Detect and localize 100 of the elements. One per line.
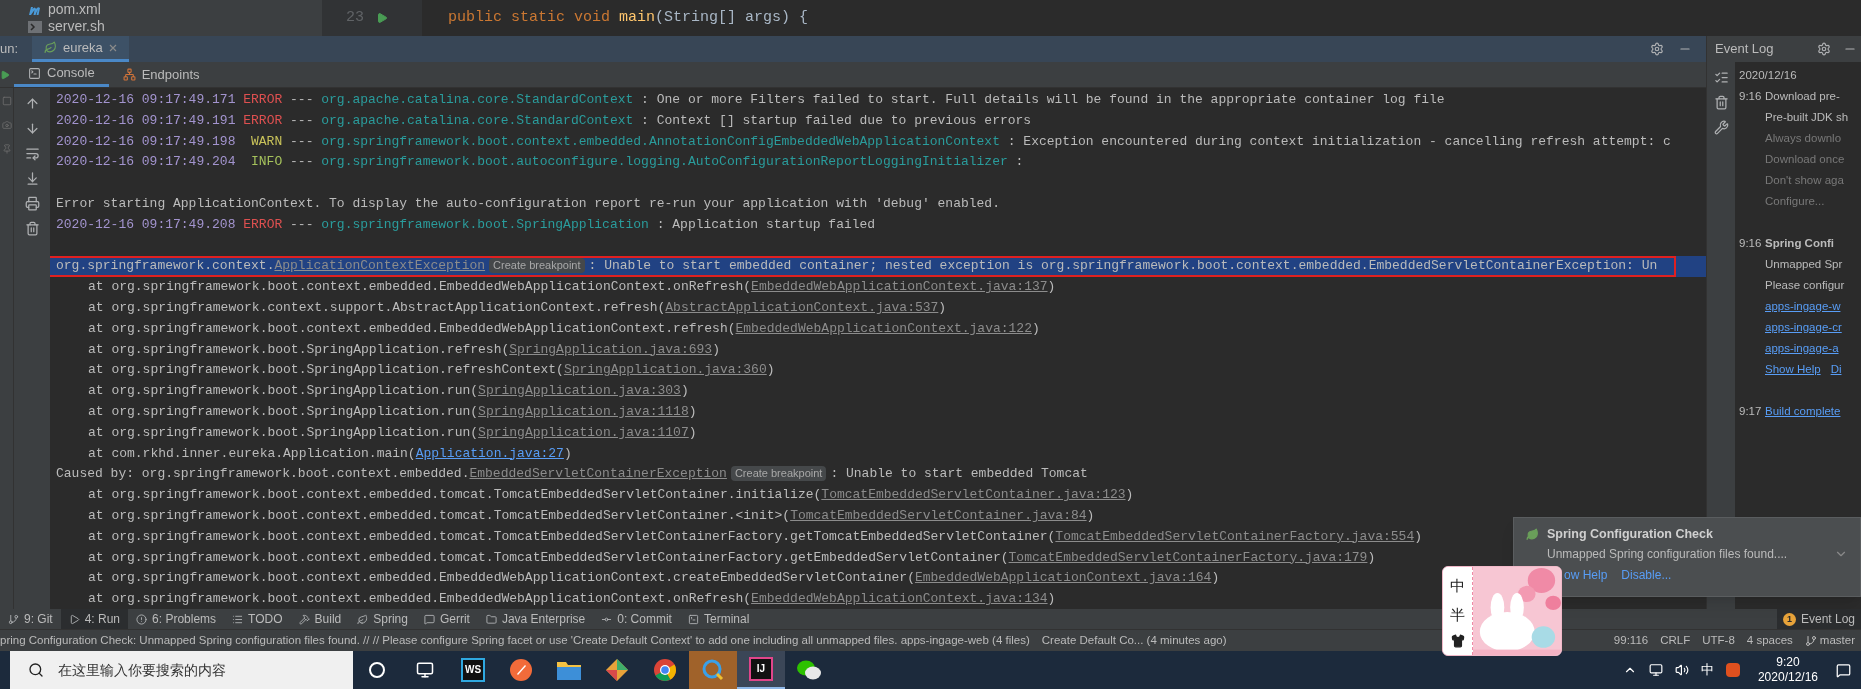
breakpoint-hint[interactable]: Create breakpoint [730,466,827,482]
log-text: : Context [] startup failed due to previous errors [641,112,1032,128]
log-text: ) [766,362,775,378]
log-text: --- [290,154,314,170]
log-text: ) [1086,507,1095,523]
settings-icon[interactable] [1817,42,1831,56]
source-link[interactable]: SpringApplication.java:693 [509,341,713,357]
status-item[interactable]: 99:116 [1607,631,1655,650]
source-link[interactable]: EmbeddedWebApplicationContext.java:137 [751,279,1048,295]
source-link[interactable]: EmbeddedServletContainerException [469,466,727,482]
skin-icon[interactable] [1450,633,1465,648]
spring-icon [44,41,58,54]
tool-window-button[interactable]: Gerrit [415,609,478,629]
tool-window-button[interactable]: 1 Event Log [1776,609,1861,629]
status-item[interactable]: UTF-8 [1696,631,1741,650]
tool-window-button[interactable]: Build [290,609,350,629]
log-text: at org.springframework.boot.context.embedded.EmbeddedWebApplicationContext.refresh( [88,320,736,336]
source-link[interactable]: SpringApplication.java:360 [563,362,767,378]
source-link[interactable]: SpringApplication.java:303 [478,383,681,399]
event-link[interactable]: apps-ingage-cr [1765,317,1842,338]
log-text: : One or more Filters failed to start. Full details will be found in the appropriate container log file [641,92,1445,107]
source-link[interactable]: TomcatEmbeddedServletContainer.java:123 [821,487,1126,503]
log-timestamp: 2020-12-16 09:17:49.171 [56,92,236,107]
log-text: ) [563,445,572,461]
wrap-icon[interactable] [24,146,40,161]
source-link[interactable]: TomcatEmbeddedServletContainerFactory.java:554 [1055,528,1415,544]
source-link[interactable]: TomcatEmbeddedServletContainer.java:84 [790,507,1087,523]
todo-icon [232,613,244,625]
tool-window-button[interactable]: 0: Commit [593,609,680,629]
source-link[interactable]: EmbeddedWebApplicationContext.java:122 [735,320,1032,336]
log-text: at org.springframework.boot.context.embedded.tomcat.TomcatEmbeddedServletContainerFactory.getTomcatEmbeddedServletContainer( [88,528,1056,544]
log-text: at org.springframework.boot.context.embedded.EmbeddedWebApplicationContext.createEmbeddedServletContainer( [88,570,915,586]
log-text: ) [1047,591,1056,607]
event-link[interactable]: apps-ingage-a [1765,338,1839,359]
run-tab[interactable]: eureka [32,36,129,62]
print-icon[interactable] [24,196,40,211]
breakpoint-hint[interactable]: Create breakpoint [489,258,585,274]
source-link[interactable]: AbstractApplicationContext.java:537 [665,299,939,315]
script-file-icon [28,20,42,33]
tool-window-button[interactable]: Java Enterprise [477,609,594,629]
tool-window-button[interactable]: Spring [349,609,416,629]
console-tab[interactable]: Endpoints [108,62,214,87]
status-item[interactable]: CRLF [1654,631,1697,650]
run-label: un: [0,40,20,59]
log-timestamp: 2020-12-16 09:17:49.204 [56,154,236,170]
mark-read-icon[interactable] [1713,70,1729,85]
log-text: ) [1414,528,1423,544]
log-text: at org.springframework.boot.SpringApplication.refreshContext( [88,362,564,378]
tool-window-button[interactable]: 4: Run [60,609,129,629]
clock-time[interactable]: 9:20 [1776,655,1800,670]
status-message[interactable]: pring Configuration Check: Unmapped Spring configuration files found. // // Please configure Spring facet or use 'Create Default Context' to add one including all unmapped files. apps-ingage-web (4 files) [0,631,1042,650]
event-title: Spring Confi [1765,236,1835,251]
run-gutter-icon[interactable] [376,12,388,24]
event-link[interactable]: Build complete [1765,401,1841,422]
tool-window-button[interactable]: 6: Problems [128,609,225,629]
clock-date[interactable]: 2020/12/16 [1757,670,1818,685]
notification-link[interactable]: Disable... [1621,565,1672,584]
source-link[interactable]: SpringApplication.java:1118 [478,403,689,419]
notification-link[interactable]: ow Help [1564,565,1608,584]
log-level: INFO [250,153,283,172]
volume-icon[interactable] [1674,663,1689,677]
source-link[interactable]: Application.java:27 [415,445,564,461]
log-text: at org.springframework.boot.SpringApplication.refresh( [88,341,510,357]
notification-icon[interactable] [1836,662,1851,678]
taskbar-app[interactable]: WS [449,651,497,689]
console-icon [28,66,41,80]
settings-icon[interactable] [1650,42,1664,56]
event-link[interactable]: Di [1830,359,1842,380]
source-link[interactable]: EmbeddedWebApplicationContext.java:164 [914,570,1212,586]
source-link[interactable]: TomcatEmbeddedServletContainerFactory.java:179 [1008,549,1368,565]
app-tray-icon[interactable] [1725,663,1740,677]
event-link[interactable]: Show Help [1765,359,1821,380]
status-item[interactable]: 4 spaces [1740,631,1799,650]
event-link[interactable]: apps-ingage-w [1765,296,1841,317]
taskbar-app[interactable]: IJ [737,651,785,689]
branch-widget[interactable]: master [1798,631,1861,650]
status-action[interactable]: Create Default Co... (4 minutes ago) [1041,631,1227,650]
task-view-icon[interactable] [416,661,434,679]
trash-icon[interactable] [1713,95,1729,110]
log-text: : Unable to start embedded container; nested exception is org.springframework.boot.context.embedded.EmbeddedServletContainerException: Un [588,258,1658,274]
panel-title: Event Log [1715,40,1774,59]
wrench-icon[interactable] [1713,120,1729,135]
log-text: ) [712,341,720,357]
tool-window-button[interactable]: 9: Git [0,609,61,629]
source-link[interactable]: EmbeddedWebApplicationContext.java:134 [751,591,1048,607]
wechat-icon [796,659,822,681]
input-method-indicator[interactable]: 中 [1700,660,1714,680]
ime-mode-button[interactable]: 中 [1450,574,1465,597]
tool-window-button[interactable]: Terminal [679,609,758,629]
logger-name: org.springframework.boot.context.embedded.AnnotationConfigEmbeddedWebApplicationContext [321,133,1000,149]
event-option: Download once [1765,149,1849,170]
source-link[interactable]: SpringApplication.java:1107 [478,424,689,440]
trash-icon[interactable] [24,221,40,236]
log-text: --- [290,92,314,107]
run-icon[interactable] [0,69,10,80]
ime-mode-button[interactable]: 半 [1450,604,1465,627]
cortana-icon[interactable] [369,662,385,678]
source-link[interactable]: ApplicationContextException [274,258,486,274]
tool-window-button[interactable]: TODO [224,609,291,629]
search-field[interactable]: 在这里输入你要搜索的内容 [10,651,353,689]
